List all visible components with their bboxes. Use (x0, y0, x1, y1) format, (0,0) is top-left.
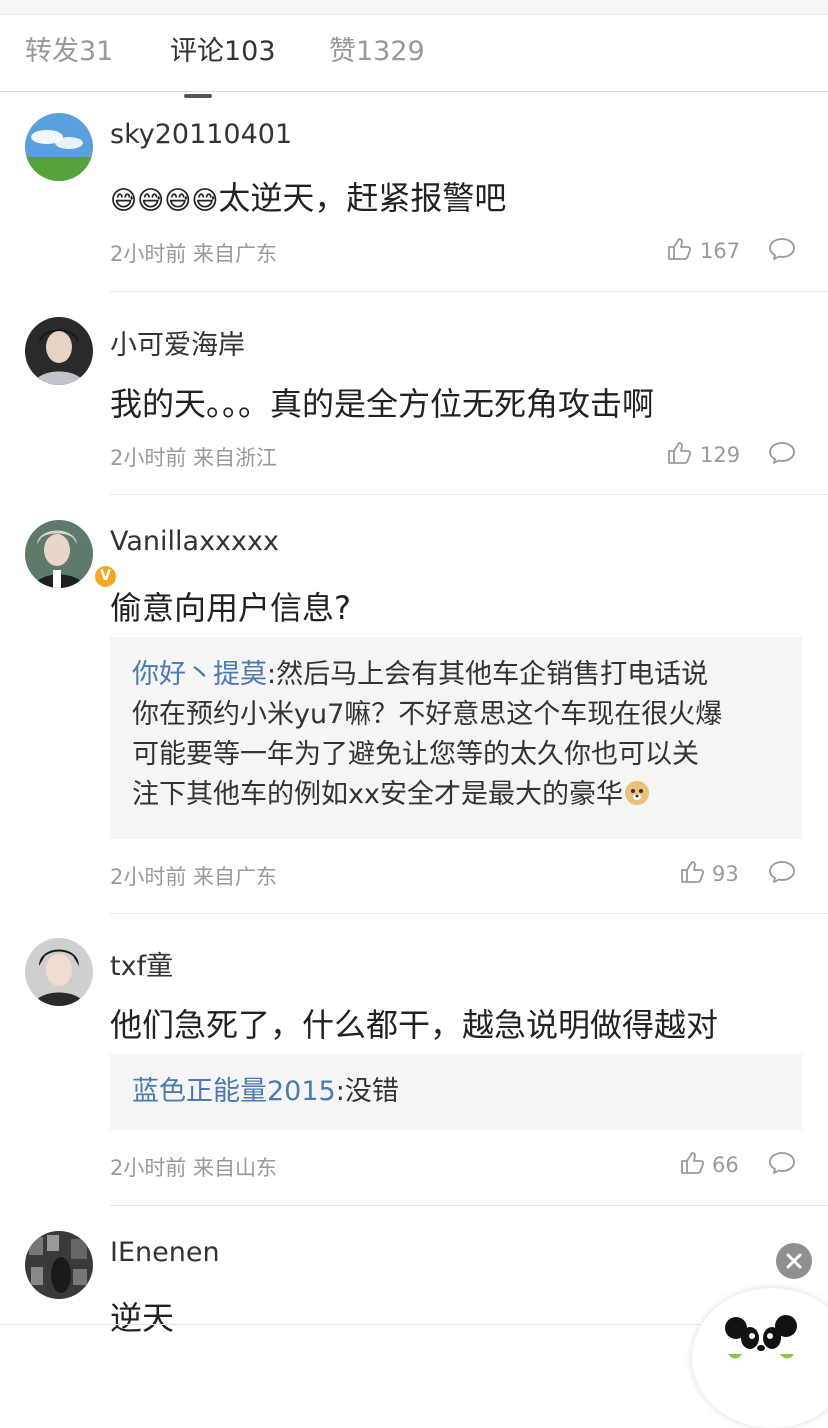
avatar[interactable] (25, 317, 93, 385)
username[interactable]: IEnenen (110, 1237, 220, 1268)
comment-bubble-icon[interactable] (768, 236, 796, 262)
panda-mascot-float[interactable] (692, 1288, 828, 1428)
nested-reply-text: 你好丶提莫:然后马上会有其他车企销售打电话说 你在预约小米yu7嘛？不好意思这个… (132, 659, 723, 810)
panda-icon (725, 1315, 797, 1359)
comment-meta: 2小时前 来自广东 (110, 242, 278, 266)
comment-meta: 2小时前 来自浙江 (110, 446, 278, 470)
nested-reply[interactable]: 蓝色正能量2015:没错 (110, 1054, 802, 1130)
like-count: 66 (712, 1153, 739, 1177)
divider (0, 1324, 700, 1325)
comment-text: 偷意向用户信息? (110, 589, 351, 627)
divider (110, 913, 828, 914)
sweat-smile-emoji: 😅😅😅😅 (110, 186, 219, 216)
thumbs-up-icon[interactable] (679, 1150, 705, 1176)
active-tab-indicator (184, 94, 212, 98)
reply-username[interactable]: 蓝色正能量2015 (132, 1076, 336, 1107)
nested-reply[interactable]: 你好丶提莫:然后马上会有其他车企销售打电话说 你在预约小米yu7嘛？不好意思这个… (110, 637, 802, 839)
nested-reply-text: 蓝色正能量2015:没错 (132, 1076, 399, 1107)
tab-likes[interactable]: 赞1329 (329, 29, 425, 68)
close-floating-button[interactable] (776, 1243, 812, 1279)
thumbs-up-icon[interactable] (666, 440, 692, 466)
top-status-strip (0, 0, 828, 15)
avatar[interactable] (25, 113, 93, 181)
thumbs-up-icon[interactable] (679, 859, 705, 885)
reply-username[interactable]: 你好丶提莫 (132, 659, 267, 690)
like-count: 167 (700, 239, 741, 263)
comment-text: 他们急死了，什么都干，越急说明做得越对 (110, 1006, 719, 1044)
comment-bubble-icon[interactable] (768, 1150, 796, 1176)
tab-bar: 转发31 评论103 赞1329 (0, 15, 828, 98)
doge-emoji-icon (624, 781, 649, 805)
tab-comments[interactable]: 评论103 (170, 29, 276, 68)
comment-bubble-icon[interactable] (768, 859, 796, 885)
username[interactable]: txf童 (110, 944, 173, 983)
username[interactable]: 小可爱海岸 (110, 323, 245, 362)
avatar[interactable] (25, 938, 93, 1006)
username[interactable]: Vanillaxxxxx (110, 526, 279, 557)
like-count: 129 (700, 443, 741, 467)
avatar[interactable]: V (25, 520, 118, 589)
like-count: 93 (712, 862, 739, 886)
divider (110, 291, 828, 292)
thumbs-up-icon[interactable] (666, 236, 692, 262)
tab-reposts[interactable]: 转发31 (25, 29, 113, 68)
divider (110, 494, 828, 495)
comment-text: 😅😅😅😅太逆天，赶紧报警吧 (110, 173, 506, 219)
comment-meta: 2小时前 来自广东 (110, 865, 278, 889)
comment-meta: 2小时前 来自山东 (110, 1156, 278, 1180)
divider (110, 1205, 828, 1206)
comment-text: 我的天。。。真的是全方位无死角攻击啊 (110, 385, 655, 423)
avatar[interactable] (25, 1231, 93, 1299)
comment-body: 太逆天，赶紧报警吧 (218, 179, 507, 217)
close-icon (786, 1253, 802, 1269)
comment-bubble-icon[interactable] (768, 440, 796, 466)
comment-text: 逆天 (110, 1299, 175, 1337)
username[interactable]: sky20110401 (110, 119, 292, 150)
